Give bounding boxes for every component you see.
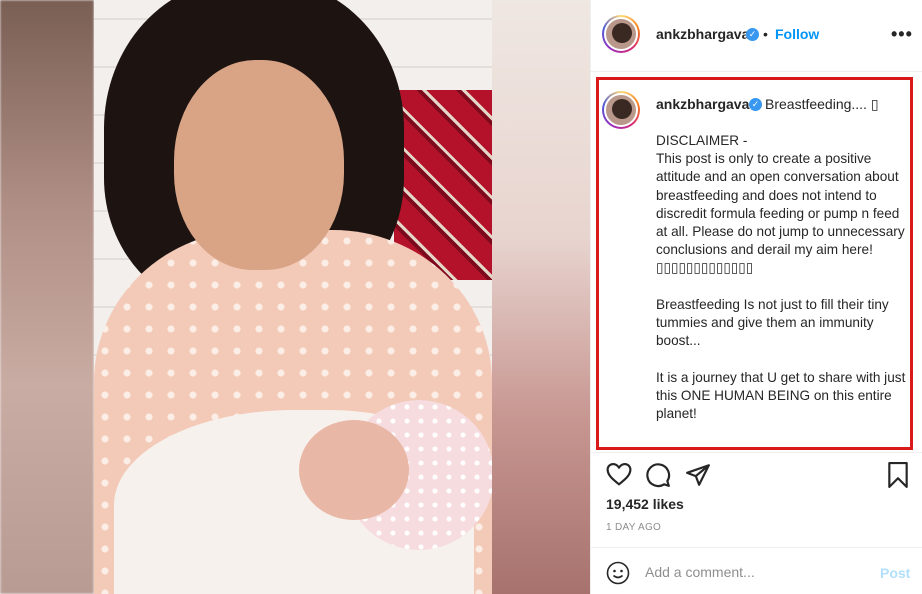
- caption-title: Breastfeeding.... ▯: [765, 96, 879, 112]
- photo-baby-face: [299, 420, 409, 520]
- caption-username[interactable]: ankzbhargava: [656, 96, 749, 112]
- emoji-icon[interactable]: [606, 561, 630, 585]
- caption-body: DISCLAIMER - This post is only to create…: [656, 133, 906, 422]
- header-separator: •: [763, 26, 768, 42]
- likes-count[interactable]: 19,452 likes: [606, 496, 684, 512]
- verified-badge-icon: ✓: [746, 28, 759, 41]
- photo-blur-right: [492, 0, 590, 594]
- photo-face: [174, 60, 344, 270]
- post-timestamp[interactable]: 1 DAY AGO: [606, 522, 661, 533]
- author-avatar[interactable]: [602, 15, 640, 53]
- post-photo-area: [0, 0, 590, 594]
- caption-avatar[interactable]: [602, 91, 640, 129]
- comment-icon[interactable]: [645, 462, 671, 488]
- post-photo[interactable]: [94, 0, 492, 594]
- heart-icon[interactable]: [606, 462, 632, 486]
- post-comment-button[interactable]: Post: [880, 565, 910, 581]
- author-username[interactable]: ankzbhargava: [656, 26, 749, 42]
- photo-blur-left: [0, 0, 94, 594]
- bookmark-icon[interactable]: [887, 462, 909, 488]
- share-icon[interactable]: [685, 462, 711, 488]
- more-options-icon[interactable]: •••: [891, 24, 913, 45]
- comment-input[interactable]: [645, 561, 865, 583]
- follow-button[interactable]: Follow: [775, 26, 819, 42]
- caption-verified-badge-icon: ✓: [749, 98, 762, 111]
